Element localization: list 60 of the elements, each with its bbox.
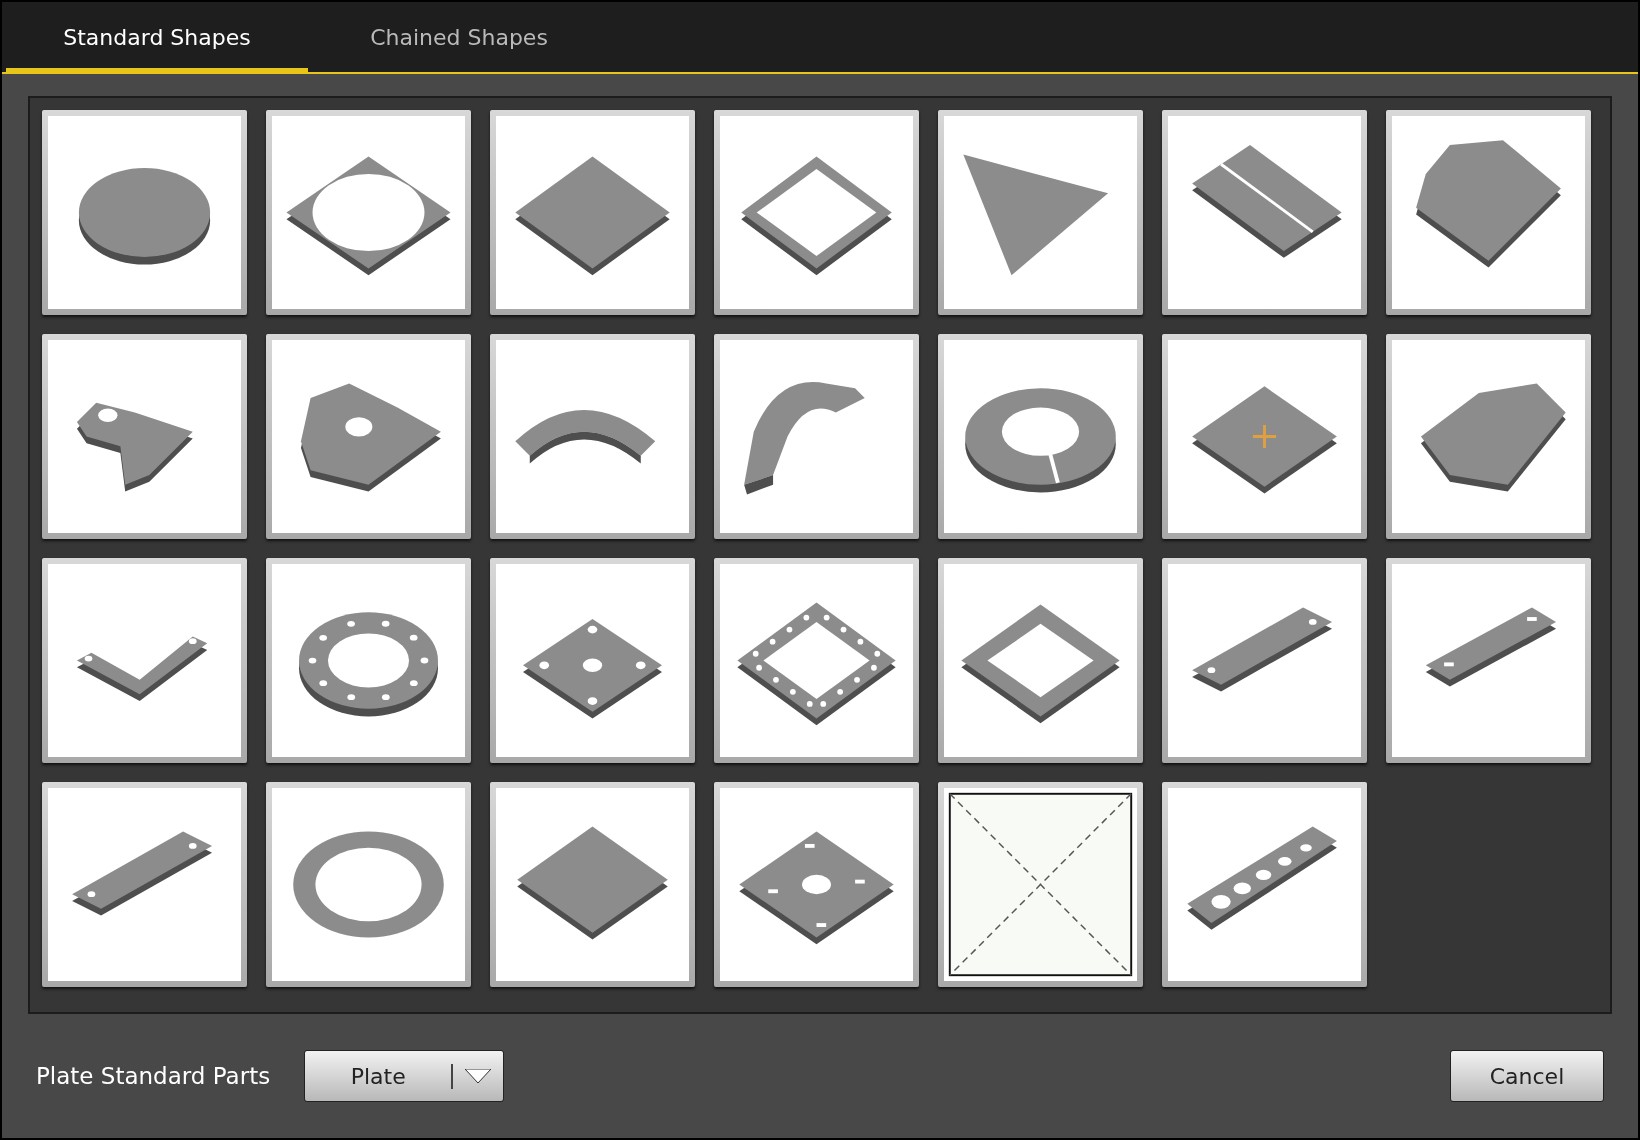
shape-tile[interactable] [266, 782, 471, 987]
shape-tile[interactable] [938, 110, 1143, 315]
shape-tile[interactable] [1162, 110, 1367, 315]
rounded-square-frame-icon [944, 564, 1137, 757]
plate-with-holes-icon [496, 564, 689, 757]
lug-plate-icon [48, 340, 241, 533]
empty-shape-icon [944, 788, 1137, 981]
bar-with-two-holes-icon [1168, 564, 1361, 757]
shape-tile[interactable] [1386, 110, 1591, 315]
shape-tile[interactable] [714, 334, 919, 539]
shape-tile[interactable] [490, 782, 695, 987]
shape-tile[interactable] [266, 110, 471, 315]
frame-with-holes-icon [720, 564, 913, 757]
shape-tile[interactable] [938, 782, 1143, 987]
triangle-plate-icon [944, 116, 1137, 309]
saddle-clamp-icon [720, 340, 913, 533]
shape-tile[interactable] [938, 334, 1143, 539]
bar-with-two-holes-icon [48, 788, 241, 981]
disc-plate-icon [48, 116, 241, 309]
caret-icon [465, 1069, 492, 1083]
plate-with-slots-icon [720, 788, 913, 981]
split-ring-icon [944, 340, 1137, 533]
shape-tile[interactable] [42, 558, 247, 763]
flat-ring-icon [272, 788, 465, 981]
square-plate-icon [496, 116, 689, 309]
shape-tile[interactable] [42, 782, 247, 987]
square-frame-icon [720, 116, 913, 309]
shape-tile[interactable] [42, 334, 247, 539]
shape-tile[interactable] [1162, 558, 1367, 763]
shape-tile[interactable] [938, 558, 1143, 763]
bar-with-slots-icon [1392, 564, 1585, 757]
shape-tile[interactable] [1386, 334, 1591, 539]
curved-strip-icon [496, 340, 689, 533]
square-plate-with-hole-icon [272, 116, 465, 309]
shape-tile[interactable] [490, 334, 695, 539]
flange-ring-icon [272, 564, 465, 757]
rounded-lug-icon [272, 340, 465, 533]
plate-dropdown[interactable]: Plate [304, 1050, 505, 1102]
parts-label: Plate Standard Parts [36, 1063, 271, 1089]
angle-bracket-icon [48, 564, 241, 757]
shape-tile[interactable] [42, 110, 247, 315]
shape-tile[interactable] [490, 110, 695, 315]
rounded-square-plate-icon [496, 788, 689, 981]
shape-tile[interactable] [1162, 782, 1367, 987]
split-plate-icon [1168, 116, 1361, 309]
shape-tile[interactable] [714, 110, 919, 315]
cancel-button[interactable]: Cancel [1450, 1050, 1604, 1102]
shape-tile[interactable] [714, 558, 919, 763]
shape-tile[interactable] [1162, 334, 1367, 539]
d-shaped-plate-icon [1392, 340, 1585, 533]
shape-tile[interactable] [490, 558, 695, 763]
chamfered-plate-icon [1392, 116, 1585, 309]
square-plate-with-cross-icon [1168, 340, 1361, 533]
tab[interactable]: Chained Shapes [308, 6, 610, 72]
shape-tile[interactable] [266, 334, 471, 539]
bar-with-row-of-holes-icon [1168, 788, 1361, 981]
shape-tile[interactable] [266, 558, 471, 763]
shape-tile[interactable] [1386, 558, 1591, 763]
tab[interactable]: Standard Shapes [6, 6, 308, 72]
shape-tile[interactable] [714, 782, 919, 987]
